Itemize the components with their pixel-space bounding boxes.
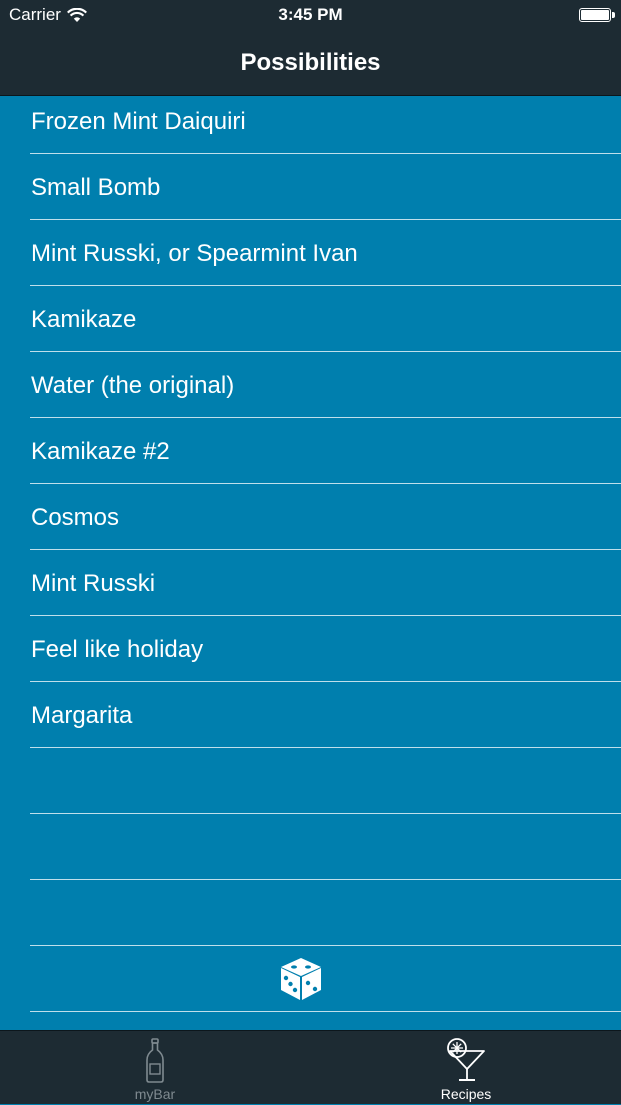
list-item-label: Kamikaze #2 xyxy=(31,438,170,465)
navigation-bar: Possibilities xyxy=(0,32,621,96)
bottle-icon xyxy=(146,1038,164,1083)
empty-row xyxy=(0,880,621,946)
list-item[interactable]: Margarita xyxy=(0,682,621,748)
row-separator xyxy=(30,1011,621,1012)
list-item-label: Mint Russki, or Spearmint Ivan xyxy=(31,240,358,267)
status-time: 3:45 PM xyxy=(278,5,343,24)
list-item-label: Feel like holiday xyxy=(31,636,204,663)
status-bar: Carrier 3:45 PM xyxy=(0,0,621,32)
list-item[interactable]: Mint Russki xyxy=(0,550,621,616)
list-item-label: Cosmos xyxy=(31,504,120,531)
tab-recipes[interactable]: Recipes xyxy=(311,1031,621,1105)
list-item-label: Frozen Mint Daiquiri xyxy=(31,108,246,135)
cocktail-glass-icon xyxy=(447,1038,485,1081)
random-dice-button[interactable] xyxy=(278,956,324,1002)
list-item[interactable]: Kamikaze xyxy=(0,286,621,352)
list-item[interactable]: Kamikaze #2 xyxy=(0,418,621,484)
list-item[interactable]: Small Bomb xyxy=(0,154,621,220)
list-item[interactable]: Water (the original) xyxy=(0,352,621,418)
list-item-label: Water (the original) xyxy=(31,372,235,399)
dice-icon xyxy=(281,958,321,1000)
list-item-label: Kamikaze xyxy=(31,306,137,333)
possibilities-list[interactable]: Frozen Mint Daiquiri Small Bomb Mint Rus… xyxy=(0,88,621,1030)
tab-mybar[interactable]: myBar xyxy=(0,1031,310,1105)
tab-label: Recipes xyxy=(440,1086,492,1102)
list-item[interactable]: Frozen Mint Daiquiri xyxy=(0,88,621,154)
page-title: Possibilities xyxy=(240,49,381,76)
list-item-label: Small Bomb xyxy=(31,174,161,201)
tab-bar: myBar Recipes xyxy=(0,1030,621,1104)
list-item[interactable]: Mint Russki, or Spearmint Ivan xyxy=(0,220,621,286)
battery-icon xyxy=(579,8,615,22)
list-item-label: Margarita xyxy=(31,702,133,729)
empty-row xyxy=(0,748,621,814)
status-right xyxy=(579,8,615,22)
empty-row xyxy=(0,814,621,880)
tab-label: myBar xyxy=(134,1086,176,1102)
list-item[interactable]: Feel like holiday xyxy=(0,616,621,682)
list-item[interactable]: Cosmos xyxy=(0,484,621,550)
random-row xyxy=(0,946,621,1012)
list-item-label: Mint Russki xyxy=(31,570,156,597)
